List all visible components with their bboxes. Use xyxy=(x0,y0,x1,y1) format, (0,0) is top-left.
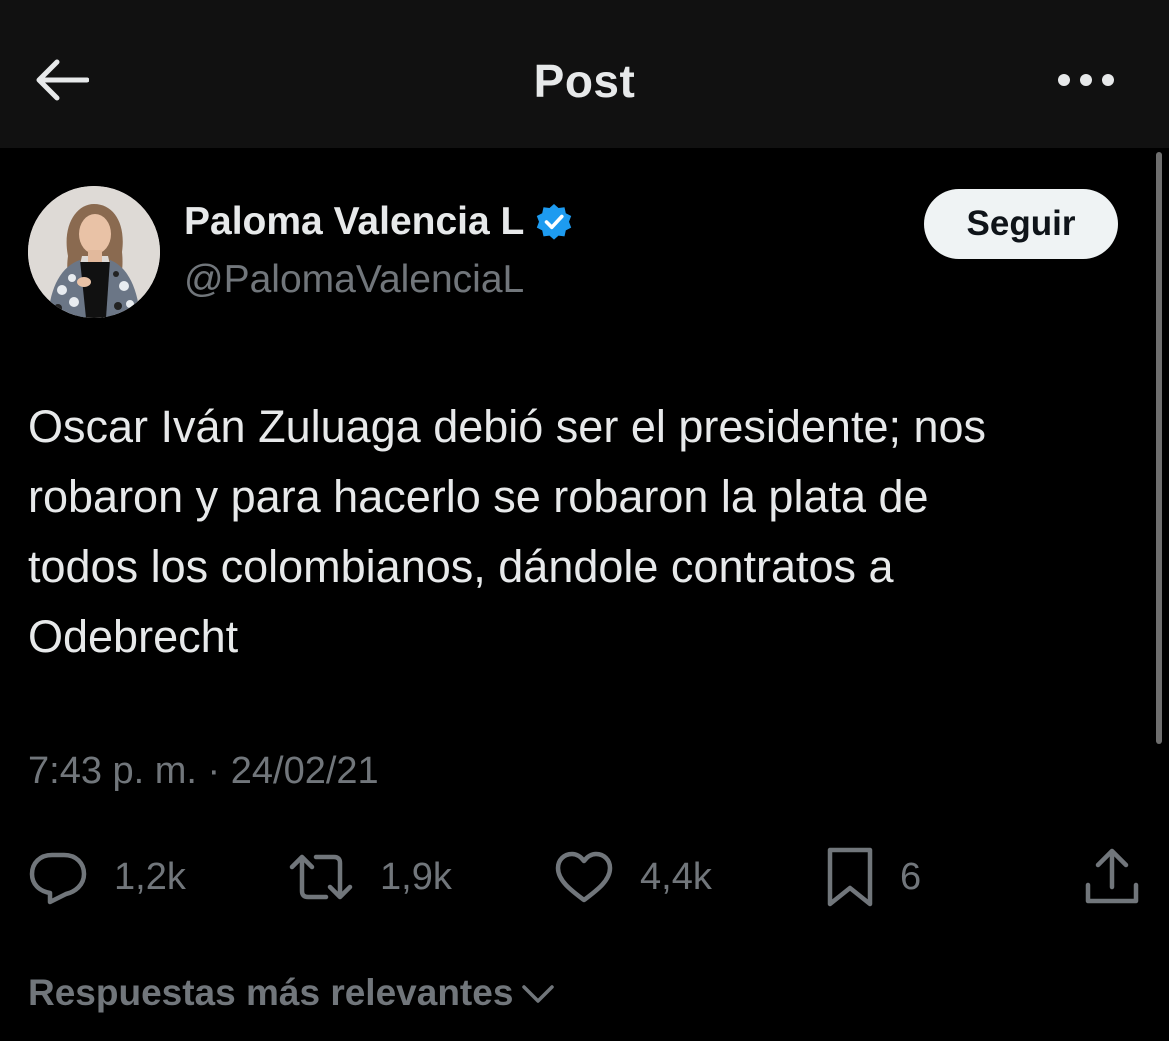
bookmark-button[interactable]: 6 xyxy=(826,840,921,914)
author-name[interactable]: Paloma Valencia L xyxy=(184,200,574,244)
reply-icon xyxy=(28,849,88,905)
avatar[interactable] xyxy=(28,186,160,318)
avatar-portrait-icon xyxy=(28,186,160,318)
bookmark-count: 6 xyxy=(900,855,922,898)
repost-count: 1,9k xyxy=(380,855,452,898)
repost-icon xyxy=(288,851,354,903)
reply-count: 1,2k xyxy=(114,855,186,898)
post-text: Oscar Iván Zuluaga debió ser el presiden… xyxy=(28,401,987,662)
heart-icon xyxy=(554,850,614,904)
reply-button[interactable]: 1,2k xyxy=(28,840,186,914)
bookmark-icon xyxy=(826,846,874,908)
action-bar: 1,2k 1,9k 4,4k 6 xyxy=(0,840,1169,914)
top-bar: Post xyxy=(0,0,1169,148)
verified-badge-icon[interactable] xyxy=(534,202,574,242)
share-icon xyxy=(1084,847,1140,907)
author-name-text: Paloma Valencia L xyxy=(184,200,525,243)
page-title: Post xyxy=(533,55,636,107)
chevron-down-icon xyxy=(513,972,555,1014)
scrollbar[interactable] xyxy=(1151,152,1169,752)
more-options-button[interactable] xyxy=(1053,66,1119,98)
post-screen: Post Paloma Valencia L @PalomaValenciaL … xyxy=(0,0,1169,1041)
post-timestamp[interactable]: 7:43 p. m. · 24/02/21 xyxy=(28,750,379,793)
author-handle[interactable]: @PalomaValenciaL xyxy=(184,258,524,302)
replies-sort-label: Respuestas más relevantes xyxy=(28,972,514,1013)
scrollbar-thumb[interactable] xyxy=(1156,152,1162,744)
like-button[interactable]: 4,4k xyxy=(554,840,712,914)
like-count: 4,4k xyxy=(640,855,712,898)
replies-sort-dropdown[interactable]: Respuestas más relevantes xyxy=(28,972,555,1014)
follow-button[interactable]: Seguir xyxy=(924,189,1118,259)
more-horizontal-icon xyxy=(1056,72,1116,93)
share-button[interactable] xyxy=(1084,840,1140,914)
repost-button[interactable]: 1,9k xyxy=(288,840,452,914)
